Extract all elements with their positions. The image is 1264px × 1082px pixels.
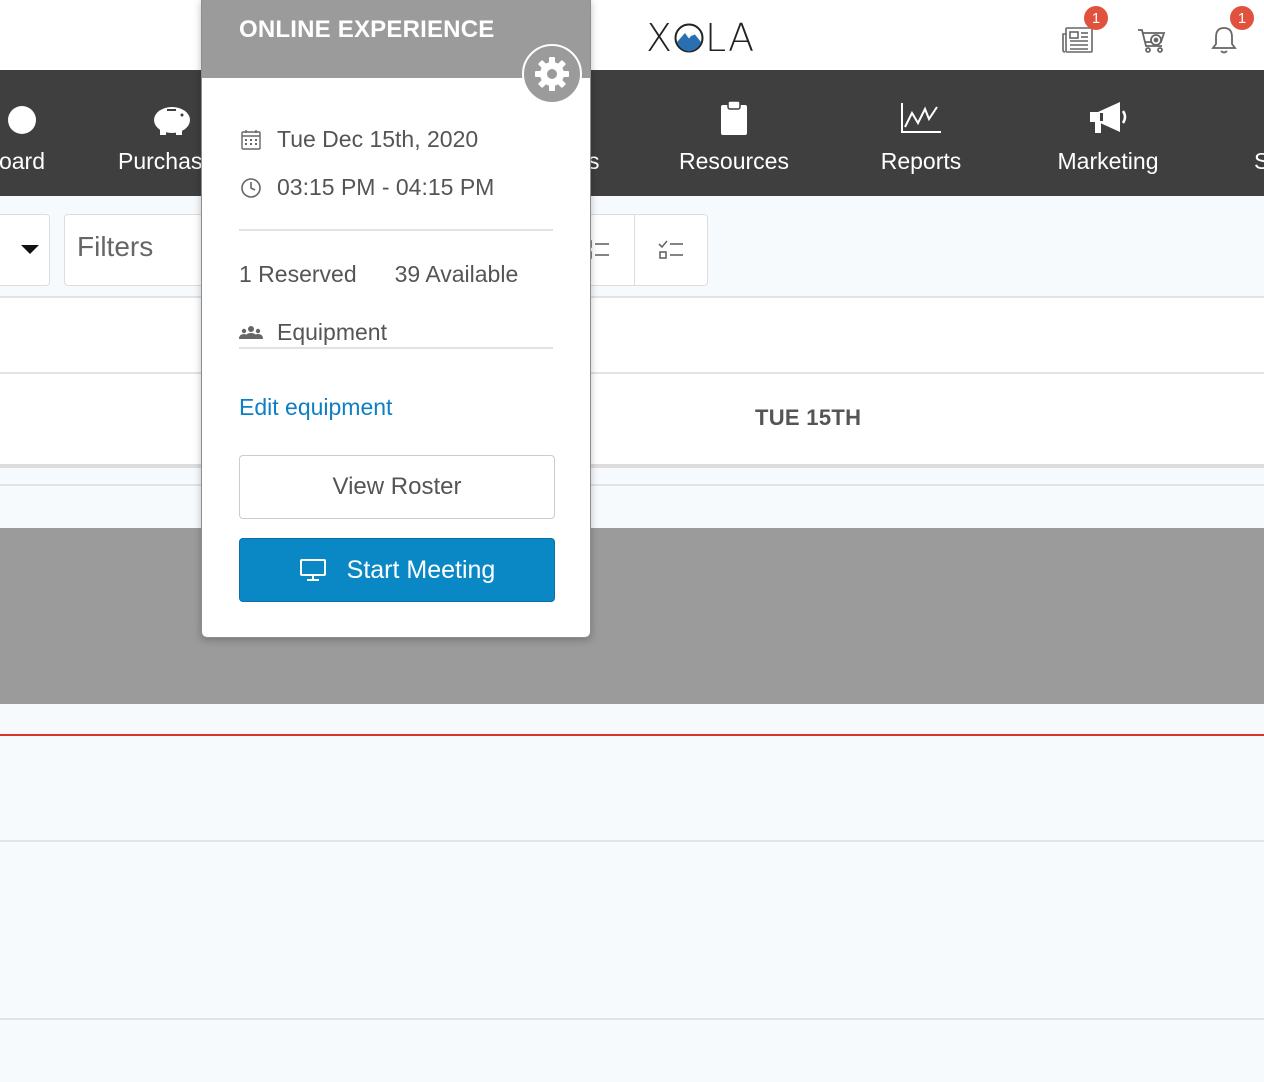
available-count: 39 Available (394, 261, 519, 287)
hour-divider (0, 840, 1264, 842)
nav-item-label: oard (0, 148, 46, 174)
people-icon (239, 321, 263, 345)
nav-item-label: Resources (679, 148, 789, 174)
event-block[interactable] (0, 528, 1264, 704)
divider (0, 372, 1264, 374)
nav-item-label: Purchas (118, 148, 203, 174)
divider (239, 229, 553, 231)
line-chart-icon (897, 98, 945, 138)
megaphone-icon (1084, 98, 1132, 138)
nav-item-label: S (1254, 148, 1264, 174)
cart-icon (1138, 29, 1166, 53)
checklist-icon (658, 240, 683, 259)
settings-icon (1248, 98, 1264, 138)
clock-icon (239, 176, 263, 200)
equipment-row: Equipment (239, 319, 387, 346)
edit-equipment-link[interactable]: Edit equipment (239, 394, 392, 421)
monitor-icon (299, 558, 327, 582)
notifications-button[interactable]: 1 (1206, 6, 1254, 58)
nav-item-dashboard[interactable]: oard (0, 70, 62, 196)
equipment-label: Equipment (277, 319, 387, 345)
divider (0, 484, 1264, 486)
event-date-row: Tue Dec 15th, 2020 (239, 126, 478, 153)
divider (239, 347, 553, 349)
capacity-row: 1 Reserved 39 Available (239, 261, 518, 288)
notifications-badge: 1 (1230, 6, 1254, 30)
current-time-line (0, 734, 1264, 736)
news-button[interactable]: 1 (1060, 6, 1108, 58)
newspaper-icon (1062, 27, 1093, 53)
news-badge: 1 (1084, 6, 1108, 30)
calendar-header (0, 296, 1264, 466)
event-date: Tue Dec 15th, 2020 (277, 126, 479, 152)
bell-icon (1211, 27, 1237, 54)
top-bar: X LA 1 1 (0, 0, 1264, 70)
reserved-count: 1 Reserved (239, 261, 357, 287)
logo-mountain-icon (674, 23, 704, 53)
nav-item-label: Marketing (1057, 148, 1159, 174)
dashboard-icon (0, 98, 46, 138)
divider (0, 296, 1264, 298)
nav-item-reports[interactable]: Reports (866, 70, 976, 196)
event-popover: ONLINE EXPERIENCE Tue Dec 15th, 2020 03:… (201, 0, 591, 638)
event-settings-button[interactable] (522, 44, 582, 104)
gear-icon (535, 57, 569, 91)
view-roster-label: View Roster (332, 473, 462, 500)
cart-button[interactable] (1134, 22, 1170, 58)
start-meeting-label: Start Meeting (346, 555, 496, 584)
caret-down-icon (21, 245, 39, 254)
logo-text-left: X (646, 16, 674, 60)
xola-logo[interactable]: X LA (646, 16, 756, 60)
popover-title: ONLINE EXPERIENCE (239, 16, 495, 43)
nav-item-label: Reports (880, 148, 962, 174)
checklist-view-button[interactable] (633, 215, 708, 285)
piggy-bank-icon (148, 98, 196, 138)
nav-item-settings[interactable]: S (1248, 70, 1264, 196)
event-time: 03:15 PM - 04:15 PM (277, 174, 495, 200)
event-time-row: 03:15 PM - 04:15 PM (239, 174, 494, 201)
hour-divider (0, 1018, 1264, 1020)
calendar-icon (239, 128, 263, 152)
logo-text-right: LA (705, 16, 756, 60)
filters-label: Filters (77, 231, 154, 262)
divider (0, 464, 1264, 468)
nav-item-resources[interactable]: Resources (664, 70, 804, 196)
start-meeting-button[interactable]: Start Meeting (239, 538, 555, 602)
view-roster-button[interactable]: View Roster (239, 455, 555, 519)
clipboard-icon (710, 98, 758, 138)
day-header[interactable]: TUE 15TH (755, 405, 861, 431)
nav-item-marketing[interactable]: Marketing (1048, 70, 1168, 196)
main-nav: oard Purchas s Resources Reports Marketi… (0, 70, 1264, 196)
view-dropdown[interactable] (0, 214, 50, 286)
